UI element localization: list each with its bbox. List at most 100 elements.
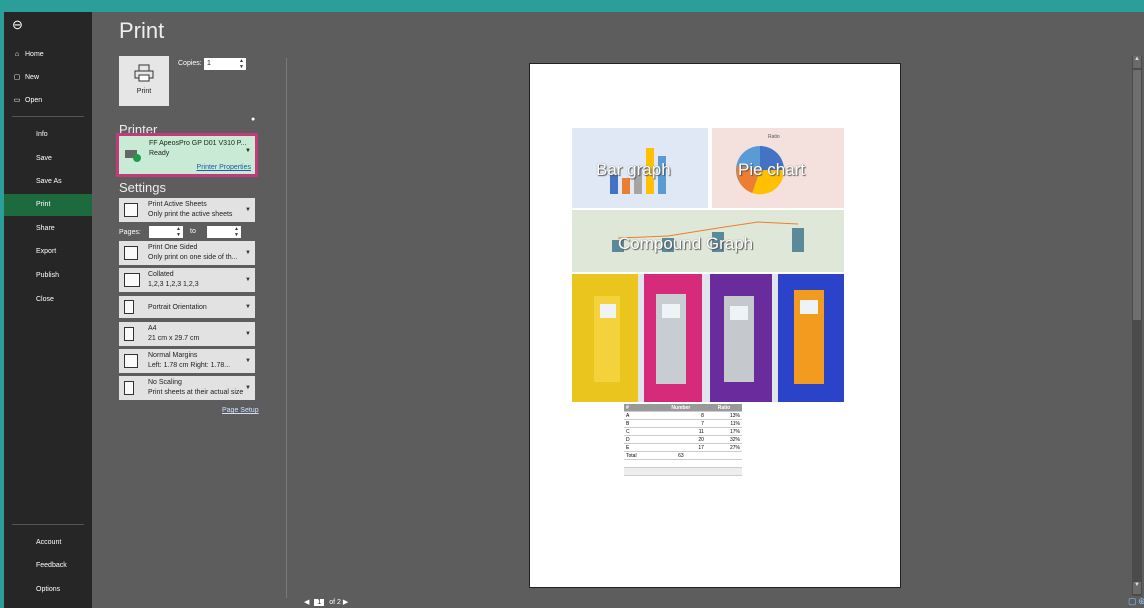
nav-save-as[interactable]: Save As	[4, 171, 92, 193]
folder-icon: ▭	[13, 97, 21, 104]
table-cell: 13%	[705, 411, 742, 420]
collation-desc: 1,2,3 1,2,3 1,2,3	[148, 281, 199, 288]
sides-dropdown[interactable]: Print One Sided Only print on one side o…	[119, 241, 255, 265]
table-cell: D	[624, 435, 656, 444]
table-row: A 8 13%	[624, 411, 742, 420]
nav-export[interactable]: Export	[4, 241, 92, 263]
sides-label: Print One Sided	[148, 244, 198, 251]
chevron-down-icon: ▼	[245, 304, 251, 310]
previous-page-icon[interactable]: ◀	[304, 599, 309, 606]
zoom-to-page-icon[interactable]: ⊕	[1138, 596, 1144, 607]
pie-chart-small-title: Ratio	[768, 134, 780, 140]
chevron-down-icon: ▼	[245, 207, 251, 213]
table-cell: C	[624, 427, 656, 436]
portrait-page-icon	[124, 300, 134, 314]
nav-print[interactable]: Print	[4, 194, 92, 216]
table-cell: 32%	[705, 435, 742, 444]
pie-chart-title: Pie chart	[738, 160, 806, 179]
page-title: Print	[119, 18, 165, 43]
chevron-down-icon: ▼	[245, 148, 251, 154]
orientation-label: Portrait Orientation	[148, 304, 207, 311]
paper-size-dropdown[interactable]: A4 21 cm x 29.7 cm ▼	[119, 322, 255, 346]
scrollbar-thumb[interactable]	[1133, 70, 1141, 320]
chevron-down-icon: ▼	[245, 331, 251, 337]
pie-chart-preview: Ratio Pie chart	[712, 128, 844, 208]
nav-save[interactable]: Save	[4, 148, 92, 170]
current-page-input[interactable]: 1	[314, 599, 325, 606]
copies-stepper[interactable]: 1 ▲ ▼	[204, 58, 246, 70]
nav-share[interactable]: Share	[4, 218, 92, 240]
bar-graph-title: Bar graph	[596, 160, 671, 179]
table-cell: 27%	[705, 443, 742, 452]
print-what-dropdown[interactable]: Print Active Sheets Only print the activ…	[119, 198, 255, 222]
printer-dropdown[interactable]: FF ApeosPro GP D01 V310 P... Ready ▼ Pri…	[116, 133, 258, 177]
page-setup-link[interactable]: Page Setup	[222, 407, 259, 414]
table-cell: 8	[655, 411, 706, 420]
atm-machines-image	[572, 274, 844, 402]
table-cell: Total	[624, 451, 656, 460]
nav-open[interactable]: ▭ Open	[4, 90, 92, 112]
page-navigator: ◀ 1 of 2 ▶	[304, 598, 348, 606]
printer-properties-link[interactable]: Printer Properties	[197, 164, 251, 171]
table-cell: E	[624, 443, 656, 452]
next-page-icon[interactable]: ▶	[343, 599, 348, 606]
printer-name: FF ApeosPro GP D01 V310 P...	[149, 140, 247, 147]
back-arrow-icon[interactable]: ⊖	[4, 12, 92, 38]
vertical-scrollbar[interactable]: ▲ ▼	[1132, 56, 1142, 596]
nav-options[interactable]: Options	[4, 579, 92, 601]
pages-to-input[interactable]: ▲ ▼	[207, 226, 241, 238]
info-icon[interactable]: ●	[251, 116, 255, 123]
copies-value: 1	[207, 60, 211, 67]
print-button-label: Print	[136, 88, 152, 95]
to-label: to	[190, 228, 196, 235]
scroll-up-icon[interactable]: ▲	[1133, 56, 1141, 68]
sheet-grid-icon	[124, 203, 138, 217]
print-button[interactable]: Print	[119, 56, 169, 106]
table-cell: 63	[655, 451, 706, 460]
collation-dropdown[interactable]: Collated 1,2,3 1,2,3 1,2,3 ▼	[119, 268, 255, 292]
pages-from-input[interactable]: ▲ ▼	[149, 226, 183, 238]
nav-info[interactable]: Info	[4, 124, 92, 146]
page-count: of 2	[329, 599, 341, 606]
settings-heading: Settings	[119, 180, 166, 195]
table-header-row: # Number Ratio	[624, 404, 742, 412]
scroll-down-icon[interactable]: ▼	[1133, 582, 1141, 594]
print-settings-panel: Print Print Copies: 1 ▲ ▼ Printer ● FF Ap…	[92, 12, 282, 608]
margins-desc: Left: 1.78 cm Right: 1.78...	[148, 362, 231, 369]
paper-size-desc: 21 cm x 29.7 cm	[148, 335, 200, 342]
nav-publish[interactable]: Publish	[4, 265, 92, 287]
table-cell: B	[624, 419, 656, 428]
table-cell	[705, 451, 742, 460]
table-row: D 20 32%	[624, 435, 742, 444]
nav-new[interactable]: ▢ New	[4, 67, 92, 89]
nav-close[interactable]: Close	[4, 289, 92, 311]
nav-divider	[12, 116, 84, 117]
backstage-window: ⊖ ⌂ Home ▢ New ▭ Open Info Save Save As Pri…	[4, 12, 1144, 608]
spin-arrows-icon[interactable]: ▲ ▼	[239, 58, 244, 70]
print-what-desc: Only print the active sheets	[148, 211, 233, 218]
printer-status: Ready	[149, 150, 170, 157]
margins-dropdown[interactable]: Normal Margins Left: 1.78 cm Right: 1.78…	[119, 349, 255, 373]
copies-label: Copies:	[178, 60, 202, 67]
table-row: B 7 11%	[624, 419, 742, 428]
nav-feedback[interactable]: Feedback	[4, 555, 92, 577]
scaling-dropdown[interactable]: No Scaling Print sheets at their actual …	[119, 376, 255, 400]
compound-graph-title: Compound Graph	[618, 234, 754, 253]
spin-arrows-icon[interactable]: ▲ ▼	[234, 226, 239, 238]
sides-desc: Only print on one side of th...	[148, 254, 238, 261]
table-row: C 11 17%	[624, 427, 742, 436]
nav-divider	[12, 524, 84, 525]
compound-graph-preview: Compound Graph	[572, 210, 844, 272]
show-margins-icon[interactable]: ▢	[1128, 596, 1137, 607]
backstage-nav: ⊖ ⌂ Home ▢ New ▭ Open Info Save Save As Pri…	[4, 12, 92, 608]
nav-home[interactable]: ⌂ Home	[4, 44, 92, 66]
spin-arrows-icon[interactable]: ▲ ▼	[176, 226, 181, 238]
data-table: # Number Ratio A 8 13% B 7 11% C 11 17% D 20 32%…	[624, 404, 742, 476]
orientation-dropdown[interactable]: Portrait Orientation ▼	[119, 296, 255, 318]
nav-account[interactable]: Account	[4, 532, 92, 554]
chevron-down-icon: ▼	[245, 385, 251, 391]
table-cell: 17	[655, 443, 706, 452]
paper-size-label: A4	[148, 325, 157, 332]
printer-ready-icon	[125, 150, 141, 162]
table-header: #	[624, 404, 656, 412]
